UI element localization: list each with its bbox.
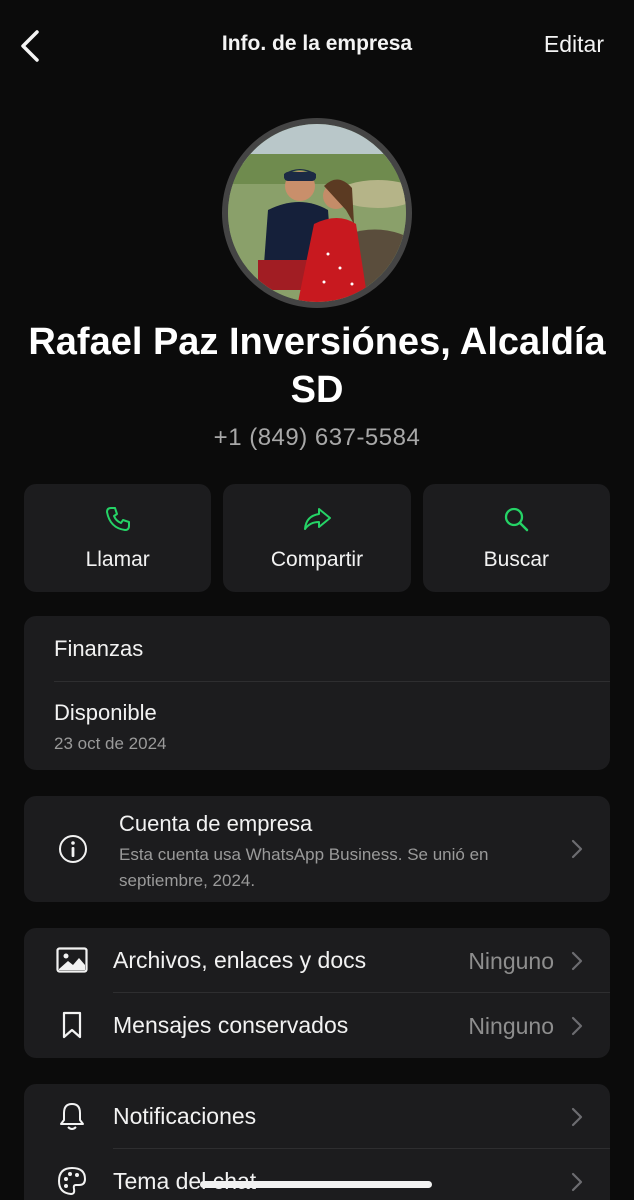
business-account-title: Cuenta de empresa [119,811,313,836]
bell-icon [56,1101,88,1131]
business-account-description: Esta cuenta usa WhatsApp Business. Se un… [119,845,489,890]
media-card: Archivos, enlaces y docs Ninguno Mensaje… [24,928,610,1058]
search-icon [501,504,531,534]
chat-theme-row[interactable]: Tema del chat [24,1149,610,1200]
notifications-row[interactable]: Notificaciones [24,1084,610,1148]
header: Info. de la empresa Editar [0,0,634,90]
bookmark-icon [56,1010,88,1040]
avatar-photo [228,124,406,302]
profile-phone: +1 (849) 637-5584 [213,424,421,451]
call-button[interactable]: Llamar [24,484,212,592]
files-value: Ninguno [468,948,554,974]
starred-label: Mensajes conservados [113,1012,349,1038]
home-indicator[interactable] [200,1181,432,1188]
palette-icon [56,1166,88,1196]
chevron-right-icon [571,1107,583,1127]
phone-icon [103,504,133,534]
edit-button[interactable]: Editar [544,31,604,58]
call-label: Llamar [85,548,150,571]
chevron-right-icon [571,1016,583,1036]
divider [54,681,610,682]
action-buttons: Llamar Compartir Buscar [24,484,610,592]
business-info-screen: Info. de la empresa Editar Rafael Paz In… [0,0,634,1200]
business-account-row[interactable]: Cuenta de empresa Esta cuenta usa WhatsA… [24,796,610,902]
search-label: Buscar [483,548,549,571]
business-category: Finanzas [54,636,144,661]
search-button[interactable]: Buscar [422,484,610,592]
image-icon [56,945,88,975]
notifications-label: Notificaciones [113,1103,257,1129]
chevron-right-icon [571,951,583,971]
chevron-right-icon [571,1172,583,1192]
starred-messages-row[interactable]: Mensajes conservados Ninguno [24,993,610,1057]
about-date: 23 oct de 2024 [54,734,167,753]
share-label: Compartir [270,548,364,571]
info-icon [59,835,87,863]
page-title: Info. de la empresa [221,32,413,55]
share-icon [302,504,332,534]
profile-name: Rafael Paz Inversiónes, Alcaldía SD [28,321,606,411]
starred-value: Ninguno [468,1013,554,1039]
share-button[interactable]: Compartir [223,484,411,592]
files-label: Archivos, enlaces y docs [113,947,367,973]
files-links-docs-row[interactable]: Archivos, enlaces y docs Ninguno [24,928,610,992]
chevron-right-icon [571,839,583,859]
profile-avatar[interactable] [222,118,412,308]
about-status: Disponible [54,700,157,725]
about-card: Finanzas Disponible 23 oct de 2024 [24,616,610,770]
